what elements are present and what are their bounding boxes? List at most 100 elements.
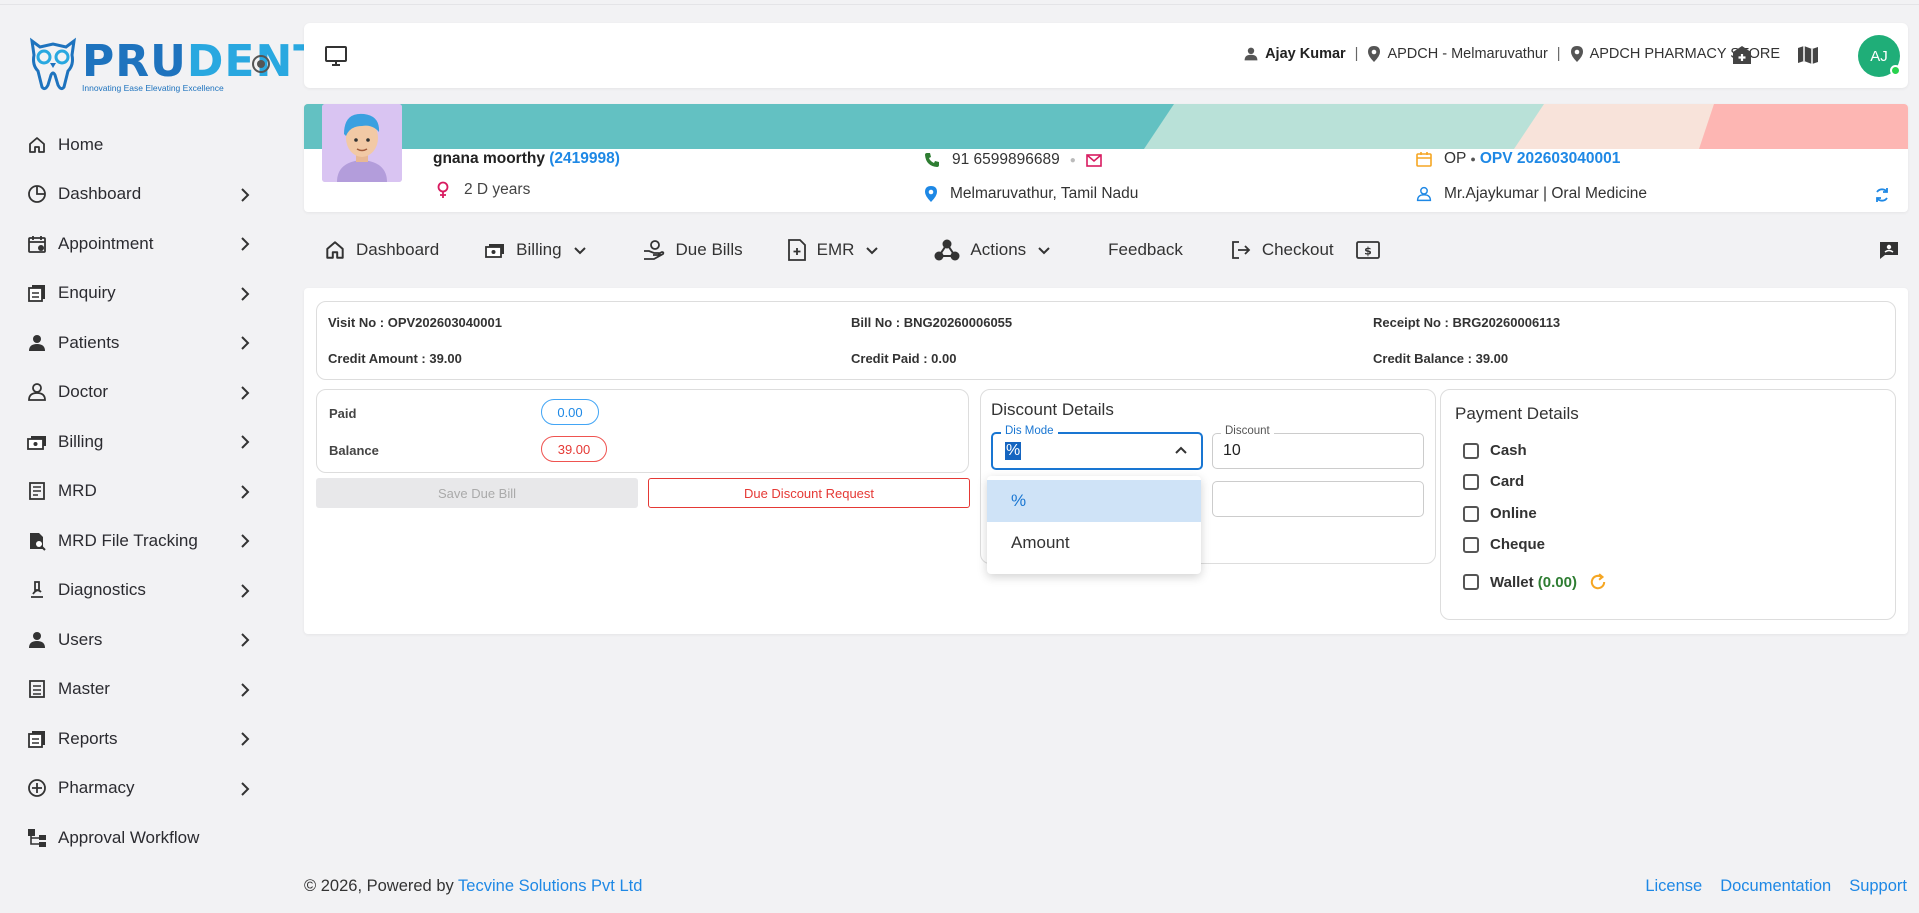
toolbar-billing[interactable]: Billing (484, 240, 597, 260)
sidebar-item-home[interactable]: Home (0, 120, 280, 170)
chevron-right-icon (241, 781, 250, 796)
patient-avatar (322, 104, 402, 182)
credit-balance-text: Credit Balance : 39.00 (1373, 351, 1509, 366)
discount-input[interactable]: Discount 10 (1212, 425, 1424, 469)
sidebar-item-enquiry[interactable]: Enquiry (0, 269, 280, 319)
sidebar-item-label: MRD File Tracking (58, 530, 198, 550)
sidebar-item-mrd[interactable]: MRD (0, 467, 280, 517)
user-icon (1244, 47, 1258, 61)
money-icon (27, 432, 47, 452)
dis-mode-dropdown-menu: % Amount (987, 476, 1201, 574)
company-link[interactable]: Tecvine Solutions Pvt Ltd (458, 877, 642, 895)
dis-mode-select[interactable]: Dis Mode % (991, 425, 1203, 470)
sidebar-item-billing[interactable]: Billing (0, 417, 280, 467)
sidebar-item-pharmacy[interactable]: Pharmacy (0, 764, 280, 814)
wallet-checkbox[interactable]: Wallet (0.00) (1463, 573, 1607, 591)
sidebar-item-mrd-file-tracking[interactable]: MRD File Tracking (0, 516, 280, 566)
workflow-icon (27, 828, 47, 848)
doctor-icon (1416, 186, 1432, 202)
online-checkbox[interactable]: Online (1463, 505, 1537, 522)
toolbar-due-bills[interactable]: Due Bills (642, 239, 743, 261)
checkbox-icon[interactable] (1463, 536, 1479, 553)
header-user-name[interactable]: Ajay Kumar (1265, 46, 1346, 62)
due-bill-panel: Visit No : OPV202603040001 Bill No : BNG… (304, 288, 1908, 634)
toolbar-dashboard[interactable]: Dashboard (324, 239, 439, 261)
toolbar-actions[interactable]: Actions (934, 238, 1062, 262)
cash-checkbox[interactable]: Cash (1463, 442, 1527, 459)
sidebar-item-master[interactable]: Master (0, 665, 280, 715)
monitor-icon[interactable] (324, 45, 348, 67)
sidebar-toggle-icon[interactable] (252, 55, 270, 73)
credit-amount-text: Credit Amount : 39.00 (328, 351, 462, 366)
separator-dot: ● (1470, 154, 1476, 164)
checkbox-icon[interactable] (1463, 505, 1479, 522)
dis-mode-option-percent[interactable]: % (987, 480, 1201, 522)
documentation-link[interactable]: Documentation (1720, 877, 1831, 896)
patient-card-color-band (304, 104, 1908, 149)
footer-copyright: © 2026, Powered by Tecvine Solutions Pvt… (304, 877, 643, 895)
chevron-right-icon (241, 484, 250, 499)
sidebar-item-label: Reports (58, 728, 118, 748)
chevron-right-icon (241, 534, 250, 548)
sidebar-item-appointment[interactable]: Appointment (0, 219, 280, 269)
sidebar-item-dashboard[interactable]: Dashboard (0, 170, 280, 220)
sidebar-item-reports[interactable]: Reports (0, 714, 280, 764)
refresh-icon[interactable] (1874, 187, 1890, 203)
map-icon[interactable] (1796, 43, 1820, 67)
sidebar-item-doctor[interactable]: Doctor (0, 368, 280, 418)
toolbar-payment[interactable]: $ (1355, 240, 1380, 260)
bill-info-box: Visit No : OPV202603040001 Bill No : BNG… (316, 301, 1896, 380)
header-location[interactable]: APDCH - Melmaruvathur (1387, 46, 1547, 62)
discount-value: 10 (1223, 442, 1241, 459)
dis-mode-value: % (1005, 442, 1022, 460)
chevron-right-icon (241, 583, 250, 598)
mail-icon[interactable] (1086, 153, 1102, 167)
home-icon (27, 135, 47, 155)
payment-details-title: Payment Details (1455, 404, 1579, 423)
sidebar-item-label: Appointment (58, 233, 154, 253)
patient-address: Melmaruvathur, Tamil Nadu (924, 185, 1138, 203)
chat-icon[interactable] (1878, 240, 1900, 260)
chevron-right-icon (241, 187, 250, 202)
logout-icon (1231, 241, 1251, 259)
card-checkbox[interactable]: Card (1463, 473, 1524, 490)
checkbox-icon[interactable] (1463, 442, 1479, 459)
cheque-checkbox[interactable]: Cheque (1463, 536, 1545, 553)
sidebar-item-approval-workflow[interactable]: Approval Workflow (0, 813, 280, 863)
list-icon (27, 679, 47, 699)
document-icon (27, 481, 47, 501)
user-avatar[interactable]: AJ (1858, 35, 1901, 77)
dis-mode-option-amount[interactable]: Amount (987, 522, 1201, 564)
toolbar-feedback[interactable]: Feedback (1108, 240, 1183, 260)
toolbar-emr[interactable]: EMR (787, 239, 891, 261)
license-link[interactable]: License (1645, 877, 1702, 896)
sidebar-item-patients[interactable]: Patients (0, 318, 280, 368)
support-link[interactable]: Support (1849, 877, 1907, 896)
credit-paid-text: Credit Paid : 0.00 (851, 351, 957, 366)
microscope-icon (27, 580, 47, 600)
chevron-up-icon[interactable] (1173, 443, 1189, 459)
calendar-icon (27, 234, 47, 254)
refresh-icon[interactable] (1589, 573, 1607, 591)
visit-no-text: Visit No : OPV202603040001 (328, 315, 502, 330)
chevron-right-icon (241, 633, 250, 647)
chevron-right-icon (241, 237, 250, 251)
checkbox-icon[interactable] (1463, 473, 1479, 490)
sidebar-item-diagnostics[interactable]: Diagnostics (0, 566, 280, 616)
discount-reason-input[interactable] (1212, 481, 1424, 517)
add-pharmacy-icon[interactable] (1730, 43, 1754, 67)
payment-summary-box: Paid 0.00 Balance 39.00 (316, 389, 969, 473)
brand-logo[interactable]: PRUDENT Innovating Ease Elevating Excell… (28, 35, 323, 97)
footer-links: License Documentation Support (1645, 877, 1907, 896)
save-due-bill-button[interactable]: Save Due Bill (316, 478, 638, 508)
sidebar-item-users[interactable]: Users (0, 615, 280, 665)
owl-tooth-logo-icon (30, 37, 76, 91)
toolbar-checkout[interactable]: Checkout (1230, 239, 1334, 261)
due-discount-request-button[interactable]: Due Discount Request (648, 478, 970, 508)
dollar-note-icon: $ (1355, 241, 1380, 259)
balance-value-badge: 39.00 (541, 436, 607, 462)
money-icon (485, 244, 505, 258)
checkbox-icon[interactable] (1463, 574, 1479, 590)
visit-number[interactable]: OPV 202603040001 (1480, 150, 1620, 168)
chevron-right-icon (241, 435, 250, 449)
